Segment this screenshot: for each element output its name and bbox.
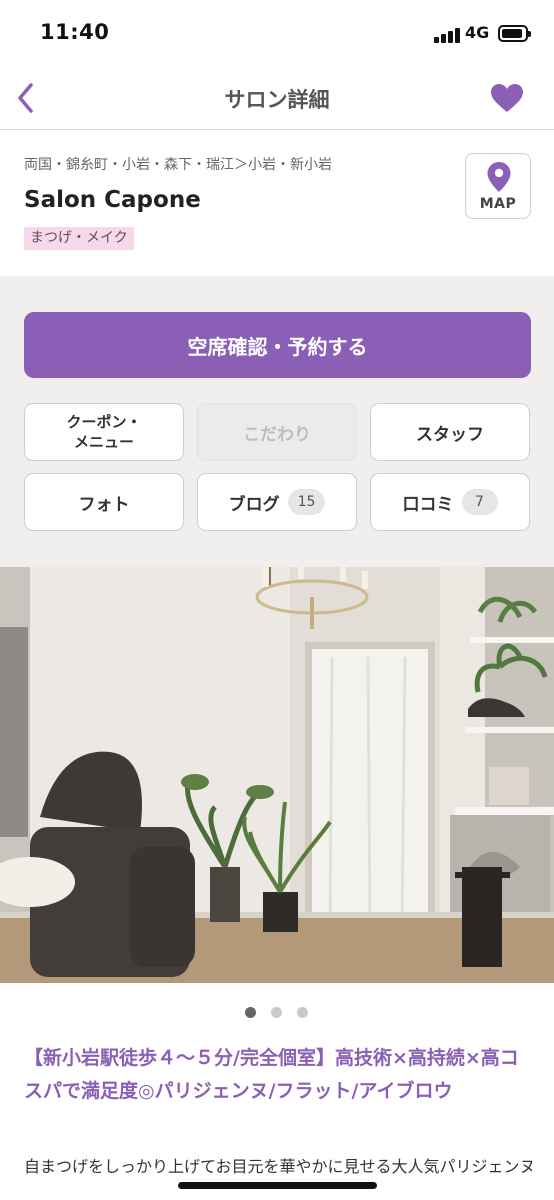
tab-kodawari-label: こだわり — [243, 424, 311, 445]
catch-copy: 【新小岩駅徒歩４～５分/完全個室】高技術×高持続×高コスパで満足度◎パリジェンヌ… — [24, 1047, 519, 1102]
signal-icon — [434, 27, 460, 43]
tab-coupon-label: クーポン・ メニュー — [66, 413, 142, 451]
tab-kodawari: こだわり — [197, 403, 357, 461]
carousel-dot-2[interactable] — [271, 1007, 282, 1018]
genre-tag: まつげ・メイク — [24, 227, 134, 250]
tab-staff-label: スタッフ — [416, 424, 484, 445]
salon-header: 両国・錦糸町・小岩・森下・瑞江＞小岩・新小岩 Salon Capone まつげ・… — [0, 131, 554, 276]
tab-coupon-menu[interactable]: クーポン・ メニュー — [24, 403, 184, 461]
tab-photo-label: フォト — [78, 494, 130, 515]
review-count-badge: 7 — [461, 489, 498, 515]
tab-staff[interactable]: スタッフ — [370, 403, 530, 461]
favorite-button[interactable] — [488, 79, 526, 117]
action-area: 空席確認・予約する クーポン・ メニュー こだわり スタッフ フォト ブログ 1… — [0, 276, 554, 567]
tab-review-label: 口コミ — [402, 494, 454, 515]
salon-description: 自まつげをしっかり上げてお目元を華やかに見せる大人気パリジェンヌラッシュリフト、… — [24, 1157, 532, 1176]
tab-review[interactable]: 口コミ 7 — [370, 473, 530, 531]
map-label: MAP — [479, 196, 517, 212]
map-button[interactable]: MAP — [465, 153, 531, 219]
area-breadcrumb: 両国・錦糸町・小岩・森下・瑞江＞小岩・新小岩 — [24, 157, 332, 173]
nav-bar: サロン詳細 — [0, 66, 554, 130]
network-type: 4G — [465, 23, 490, 42]
blog-count-badge: 15 — [287, 489, 326, 515]
carousel-dot-3[interactable] — [297, 1007, 308, 1018]
carousel-dots — [0, 1006, 554, 1020]
page-title: サロン詳細 — [224, 88, 330, 112]
status-time: 11:40 — [40, 20, 110, 44]
salon-name: Salon Capone — [24, 187, 201, 213]
reserve-button[interactable]: 空席確認・予約する — [24, 312, 531, 378]
tab-blog[interactable]: ブログ 15 — [197, 473, 357, 531]
tab-photo[interactable]: フォト — [24, 473, 184, 531]
salon-interior-image — [0, 567, 554, 983]
carousel-dot-1[interactable] — [245, 1007, 256, 1018]
map-pin-icon — [487, 162, 511, 192]
battery-icon — [498, 25, 531, 42]
status-bar: 11:40 4G — [0, 0, 554, 66]
salon-photo[interactable] — [0, 567, 554, 983]
heart-icon — [491, 84, 523, 112]
home-indicator — [178, 1182, 377, 1189]
tab-blog-label: ブログ — [228, 494, 280, 515]
